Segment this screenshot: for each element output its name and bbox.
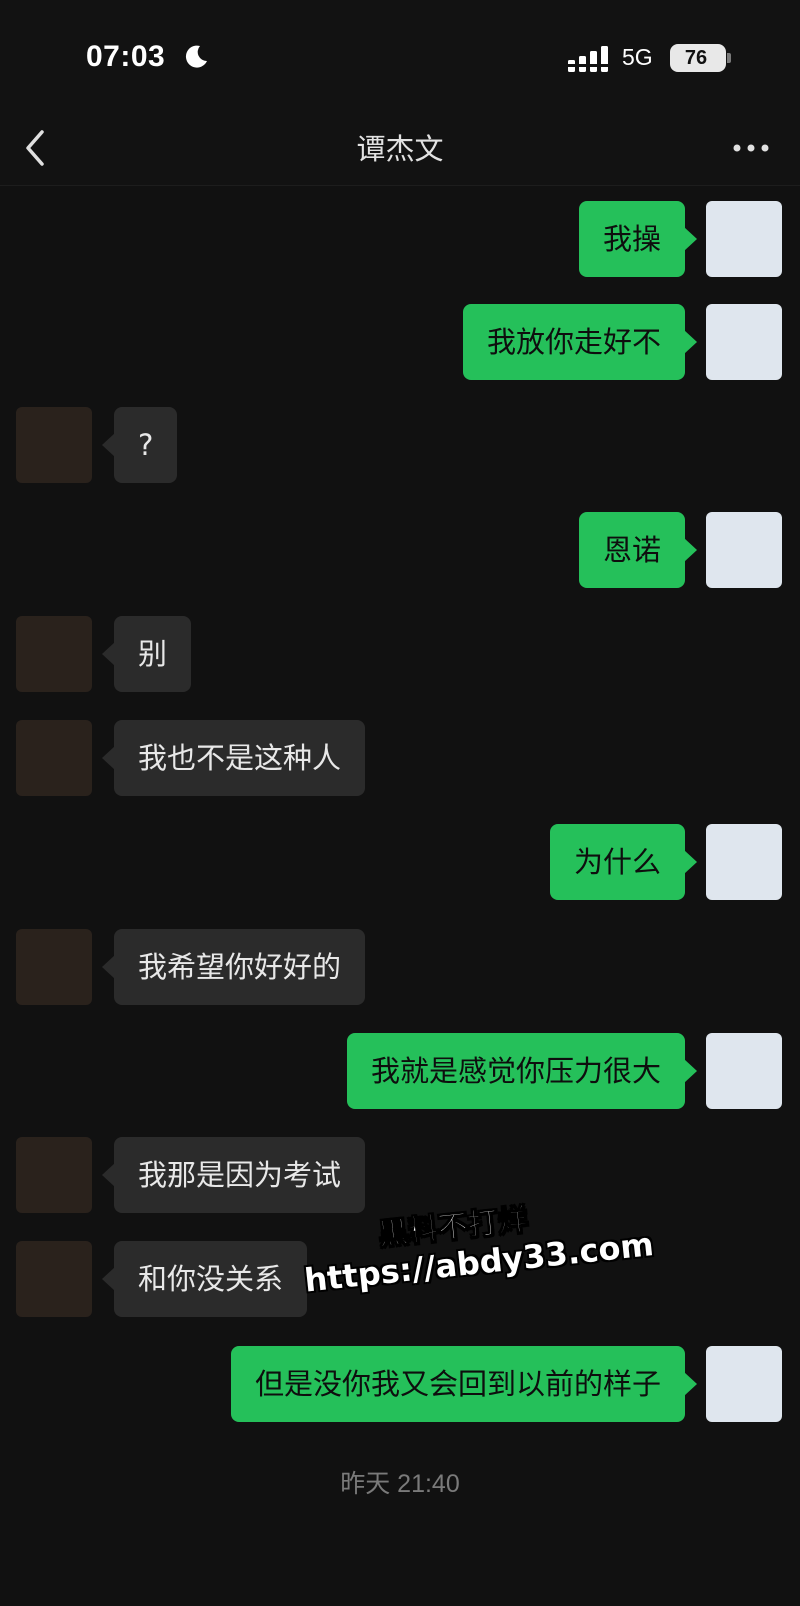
message-row-outgoing: 恩诺	[0, 512, 800, 588]
avatar-self[interactable]	[706, 304, 782, 380]
message-bubble-incoming[interactable]: 和你没关系	[101, 1241, 308, 1317]
avatar-contact[interactable]	[16, 1137, 92, 1213]
message-bubble-incoming[interactable]: 我那是因为考试	[101, 1137, 366, 1213]
status-time: 07:03	[86, 40, 166, 73]
avatar-contact[interactable]	[16, 720, 92, 796]
message-bubble-outgoing[interactable]: 但是没你我又会回到以前的样子	[230, 1346, 698, 1422]
moon-icon	[185, 45, 207, 68]
avatar-self[interactable]	[706, 201, 782, 277]
message-row-incoming: 我那是因为考试	[0, 1137, 800, 1213]
message-bubble-outgoing[interactable]: 恩诺	[578, 512, 698, 588]
message-row-incoming: 别	[0, 616, 800, 692]
network-type: 5G	[622, 44, 653, 70]
avatar-contact[interactable]	[16, 929, 92, 1005]
battery-icon: 76	[670, 44, 726, 72]
message-row-outgoing: 我操	[0, 201, 800, 277]
avatar-self[interactable]	[706, 1346, 782, 1422]
chat-header: 谭杰文	[0, 112, 800, 186]
message-bubble-incoming[interactable]: ?	[101, 407, 178, 483]
message-bubble-outgoing[interactable]: 我放你走好不	[462, 304, 698, 380]
avatar-contact[interactable]	[16, 616, 92, 692]
battery-level: 76	[684, 47, 708, 69]
avatar-contact[interactable]	[16, 407, 92, 483]
message-bubble-incoming[interactable]: 我希望你好好的	[101, 929, 366, 1005]
message-bubble-outgoing[interactable]: 我操	[578, 201, 698, 277]
message-list[interactable]: 我操 我放你走好不 ? 恩诺 别 我也不是这种人 为什么 我希望你好好的 我就是…	[0, 186, 800, 1606]
message-bubble-outgoing[interactable]: 我就是感觉你压力很大	[346, 1033, 698, 1109]
status-bar: 07:03 5G 76	[0, 0, 800, 112]
message-timestamp: 昨天 21:40	[340, 1470, 460, 1498]
message-row-incoming: 和你没关系	[0, 1241, 800, 1317]
message-row-incoming: 我希望你好好的	[0, 929, 800, 1005]
message-row-incoming: 我也不是这种人	[0, 720, 800, 796]
avatar-self[interactable]	[706, 824, 782, 900]
avatar-contact[interactable]	[16, 1241, 92, 1317]
battery-tip	[727, 53, 731, 63]
message-row-outgoing: 为什么	[0, 824, 800, 900]
page-title: 谭杰文	[356, 132, 444, 166]
message-bubble-incoming[interactable]: 我也不是这种人	[101, 720, 366, 796]
message-row-outgoing: 我放你走好不	[0, 304, 800, 380]
message-row-outgoing: 但是没你我又会回到以前的样子	[0, 1346, 800, 1422]
avatar-self[interactable]	[706, 1033, 782, 1109]
ellipsis-icon[interactable]	[732, 140, 770, 156]
avatar-self[interactable]	[706, 512, 782, 588]
signal-icon	[568, 46, 608, 72]
message-row-incoming: ?	[0, 407, 800, 483]
message-row-outgoing: 我就是感觉你压力很大	[0, 1033, 800, 1109]
message-bubble-outgoing[interactable]: 为什么	[549, 824, 698, 900]
message-bubble-incoming[interactable]: 别	[101, 616, 192, 692]
